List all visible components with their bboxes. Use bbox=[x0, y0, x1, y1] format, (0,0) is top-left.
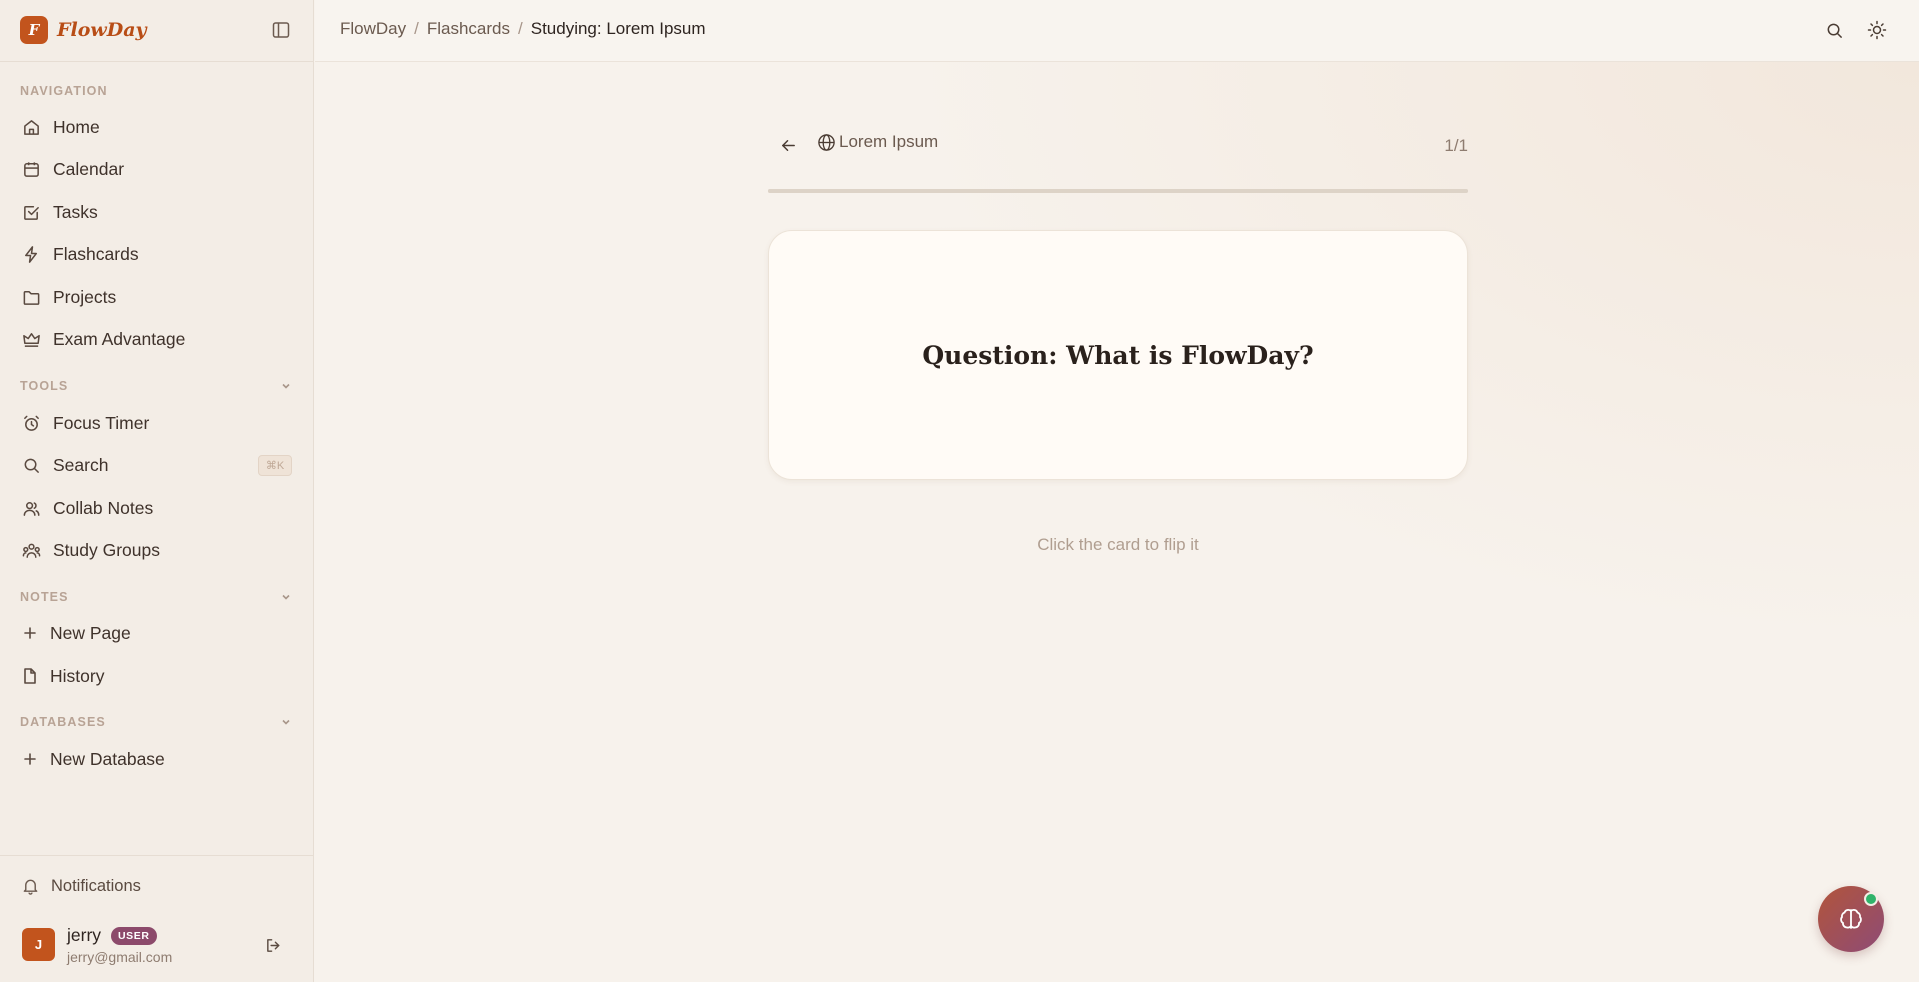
main-content: Lorem Ipsum 1/1 Question: What is FlowDa… bbox=[315, 62, 1919, 982]
sidebar-item-study-groups[interactable]: Study Groups bbox=[12, 532, 302, 568]
breadcrumb-separator: / bbox=[414, 19, 419, 38]
brand[interactable]: F FlowDay bbox=[20, 16, 147, 44]
sidebar-item-label: Home bbox=[53, 116, 100, 137]
sidebar-panel-icon bbox=[272, 22, 290, 38]
sidebar: F FlowDay NAVIGATION Home Calendar Tasks… bbox=[0, 0, 314, 982]
users-icon bbox=[23, 501, 40, 516]
alarm-clock-icon bbox=[24, 415, 39, 431]
breadcrumb-separator: / bbox=[518, 19, 523, 38]
search-icon bbox=[1827, 23, 1842, 38]
sidebar-item-focus-timer[interactable]: Focus Timer bbox=[12, 405, 302, 441]
home-icon bbox=[24, 119, 39, 135]
sidebar-item-label: Study Groups bbox=[53, 539, 160, 560]
document-icon bbox=[24, 668, 36, 684]
section-label-notes: NOTES bbox=[20, 590, 69, 604]
card-counter: 1/1 bbox=[1444, 136, 1468, 155]
search-button[interactable] bbox=[1822, 18, 1846, 42]
sidebar-item-projects[interactable]: Projects bbox=[12, 279, 302, 315]
avatar: J bbox=[22, 928, 55, 961]
breadcrumb-item-flashcards[interactable]: Flashcards bbox=[427, 19, 510, 39]
brand-logo: F bbox=[20, 16, 48, 44]
sidebar-item-notifications[interactable]: Notifications bbox=[12, 868, 302, 904]
chevron-down-icon bbox=[282, 594, 290, 600]
sidebar-item-label: New Page bbox=[50, 622, 131, 643]
deck-name: Lorem Ipsum bbox=[839, 132, 939, 151]
checkbox-icon bbox=[24, 205, 39, 220]
section-label-tools: TOOLS bbox=[20, 379, 69, 393]
keyboard-shortcut-badge: ⌘K bbox=[258, 455, 292, 476]
sidebar-item-label: Calendar bbox=[53, 158, 125, 179]
chevron-down-icon bbox=[282, 383, 290, 389]
flashcard-question: Question: What is FlowDay? bbox=[922, 340, 1314, 370]
deck-title: Lorem Ipsum bbox=[817, 132, 938, 152]
sun-icon bbox=[1867, 20, 1887, 40]
sidebar-item-label: Projects bbox=[53, 286, 117, 307]
sidebar-item-history[interactable]: History bbox=[12, 658, 302, 694]
sidebar-item-new-database[interactable]: New Database bbox=[12, 741, 302, 777]
sidebar-item-label: Tasks bbox=[53, 201, 98, 222]
sidebar-item-label: New Database bbox=[50, 748, 165, 769]
breadcrumb-item-home[interactable]: FlowDay bbox=[340, 19, 406, 39]
flip-hint: Click the card to flip it bbox=[1037, 535, 1199, 554]
breadcrumb-item-current: Studying: Lorem Ipsum bbox=[530, 19, 706, 38]
flashcard[interactable]: Question: What is FlowDay? bbox=[768, 230, 1468, 480]
progress-bar-fill bbox=[768, 189, 1468, 193]
online-status-indicator bbox=[1864, 892, 1878, 906]
user-email: jerry@gmail.com bbox=[67, 949, 173, 965]
sidebar-item-label: Notifications bbox=[51, 876, 141, 895]
theme-toggle-button[interactable] bbox=[1865, 18, 1889, 42]
search-icon bbox=[24, 458, 39, 473]
section-label-navigation: NAVIGATION bbox=[20, 84, 108, 98]
sidebar-item-calendar[interactable]: Calendar bbox=[12, 151, 302, 187]
globe-icon bbox=[818, 133, 835, 151]
sidebar-item-label: Collab Notes bbox=[53, 497, 154, 518]
sidebar-toggle-button[interactable] bbox=[270, 19, 292, 41]
sidebar-item-label: Flashcards bbox=[53, 243, 139, 264]
sidebar-item-tasks[interactable]: Tasks bbox=[12, 194, 302, 230]
user-profile[interactable]: J jerry USER jerry@gmail.com bbox=[22, 925, 292, 965]
sidebar-item-label: Search bbox=[53, 454, 109, 475]
divider bbox=[0, 61, 314, 62]
sidebar-item-new-page[interactable]: New Page bbox=[12, 615, 302, 651]
brain-icon bbox=[1840, 909, 1862, 929]
sidebar-item-flashcards[interactable]: Flashcards bbox=[12, 236, 302, 272]
back-button[interactable] bbox=[776, 133, 800, 157]
brand-name: FlowDay bbox=[57, 19, 147, 41]
sidebar-item-label: Focus Timer bbox=[53, 412, 150, 433]
plus-icon bbox=[24, 753, 36, 765]
crown-icon bbox=[23, 332, 40, 347]
calendar-icon bbox=[24, 161, 39, 177]
sidebar-item-exam-advantage[interactable]: Exam Advantage bbox=[12, 321, 302, 357]
progress-bar bbox=[768, 189, 1468, 193]
notes-collapse-toggle[interactable] bbox=[278, 589, 294, 605]
logout-button[interactable] bbox=[262, 934, 284, 956]
plus-icon bbox=[24, 627, 36, 639]
sidebar-item-search[interactable]: Search ⌘K bbox=[12, 447, 302, 483]
top-bar: FlowDay / Flashcards / Studying: Lorem I… bbox=[315, 0, 1919, 62]
sidebar-item-label: History bbox=[50, 665, 105, 686]
breadcrumb: FlowDay / Flashcards / Studying: Lorem I… bbox=[340, 19, 706, 39]
group-icon bbox=[22, 543, 41, 558]
sidebar-item-home[interactable]: Home bbox=[12, 109, 302, 145]
databases-collapse-toggle[interactable] bbox=[278, 714, 294, 730]
folder-icon bbox=[23, 290, 40, 305]
sidebar-item-collab-notes[interactable]: Collab Notes bbox=[12, 490, 302, 526]
chevron-down-icon bbox=[282, 719, 290, 725]
bell-icon bbox=[23, 879, 38, 895]
arrow-left-icon bbox=[781, 139, 795, 151]
section-label-databases: DATABASES bbox=[20, 715, 106, 729]
tools-collapse-toggle[interactable] bbox=[278, 378, 294, 394]
lightning-icon bbox=[25, 245, 38, 263]
sidebar-item-label: Exam Advantage bbox=[53, 328, 186, 349]
logout-icon bbox=[266, 938, 279, 952]
role-badge: USER bbox=[111, 927, 157, 945]
divider bbox=[0, 855, 314, 856]
user-name: jerry bbox=[67, 925, 102, 945]
